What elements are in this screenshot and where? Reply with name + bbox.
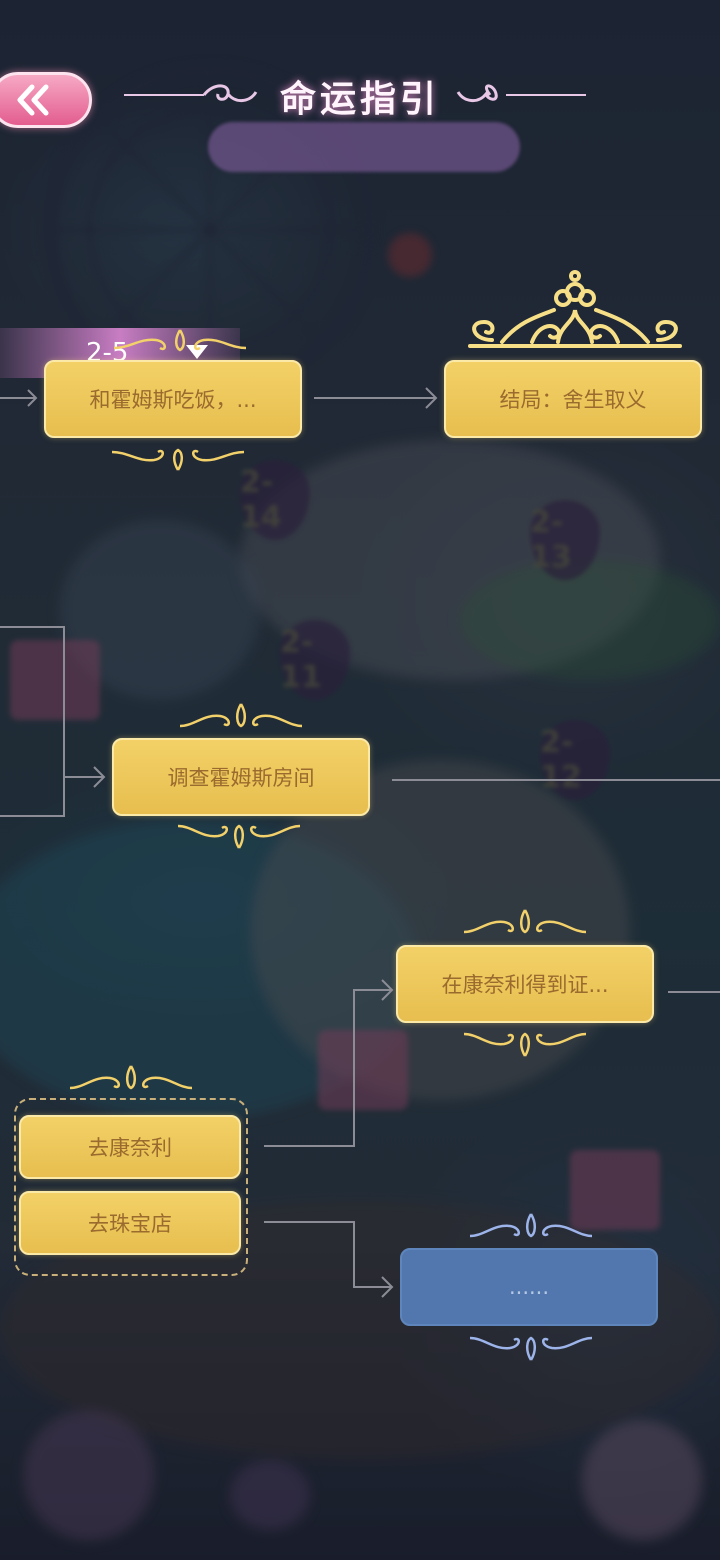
story-node-ending[interactable]: 结局：舍生取义	[444, 360, 702, 438]
flourish-bottom-icon	[177, 824, 301, 849]
story-node-dinner[interactable]: 和霍姆斯吃饭，...	[44, 360, 302, 438]
flourish-top-icon	[179, 703, 303, 728]
flourish-bottom-locked-icon	[469, 1336, 593, 1361]
flourish-bottom-icon	[463, 1032, 587, 1057]
flourish-top-icon	[463, 909, 587, 934]
flourish-bottom-icon	[111, 448, 245, 471]
story-node-investigate[interactable]: 调查霍姆斯房间	[112, 738, 370, 816]
flourish-top-locked-icon	[469, 1213, 593, 1238]
crown-ornament-icon	[468, 270, 682, 348]
flourish-top-icon	[113, 329, 247, 352]
choice-go-connelly[interactable]: 去康奈利	[19, 1115, 241, 1179]
flourish-top-icon	[69, 1065, 193, 1090]
choice-go-jewelry[interactable]: 去珠宝店	[19, 1191, 241, 1255]
story-node-locked[interactable]: ......	[400, 1248, 658, 1326]
story-node-evidence[interactable]: 在康奈利得到证...	[396, 945, 654, 1023]
